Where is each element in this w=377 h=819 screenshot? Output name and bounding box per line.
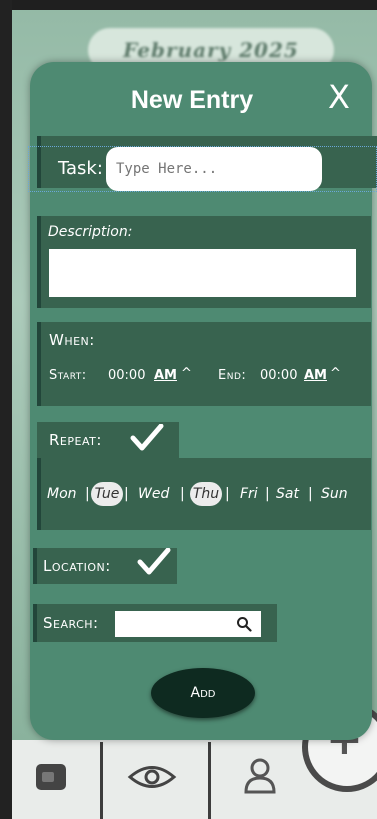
calendar-icon[interactable] [36, 764, 66, 790]
start-label: Start: [49, 368, 87, 383]
day-thu[interactable]: Thu [190, 482, 222, 506]
repeat-label: Repeat: [49, 431, 102, 449]
repeat-checkbox[interactable] [130, 424, 164, 452]
app-screen: February 2025 + New Entry X Task: Descri… [0, 0, 377, 819]
end-label: End: [218, 368, 247, 383]
location-label: Location: [43, 557, 111, 575]
task-input[interactable] [106, 147, 322, 191]
day-fri[interactable]: Fri [240, 486, 258, 502]
day-tue[interactable]: Tue [91, 482, 123, 506]
when-label: When: [49, 331, 95, 349]
description-label: Description: [48, 224, 133, 240]
window-left-edge [0, 0, 12, 819]
nav-divider [208, 742, 211, 819]
day-separator: | [308, 486, 313, 502]
day-wed[interactable]: Wed [138, 486, 169, 502]
day-separator: | [85, 486, 90, 502]
search-icon[interactable] [236, 616, 252, 632]
eye-icon[interactable] [127, 762, 177, 792]
person-icon[interactable] [240, 756, 280, 796]
task-label: Task: [58, 158, 103, 179]
start-time-caret[interactable]: ^ [181, 366, 192, 381]
day-separator: | [265, 486, 270, 502]
day-sun[interactable]: Sun [321, 486, 348, 502]
start-time[interactable]: 00:00 [108, 368, 145, 383]
nav-divider [100, 742, 103, 819]
modal-title: New Entry [130, 86, 254, 114]
location-checkbox[interactable] [137, 548, 171, 576]
day-mon[interactable]: Mon [47, 486, 77, 502]
day-separator: | [124, 486, 129, 502]
start-ampm-toggle[interactable]: AM [154, 368, 177, 383]
day-sat[interactable]: Sat [276, 486, 299, 502]
end-ampm-toggle[interactable]: AM [304, 368, 327, 383]
end-time[interactable]: 00:00 [260, 368, 297, 383]
day-separator: | [180, 486, 185, 502]
search-label: Search: [43, 614, 99, 632]
day-separator: | [225, 486, 230, 502]
add-button[interactable]: Add [151, 668, 255, 718]
description-input[interactable] [49, 249, 356, 297]
close-button[interactable]: X [328, 78, 350, 116]
end-time-caret[interactable]: ^ [330, 366, 341, 381]
